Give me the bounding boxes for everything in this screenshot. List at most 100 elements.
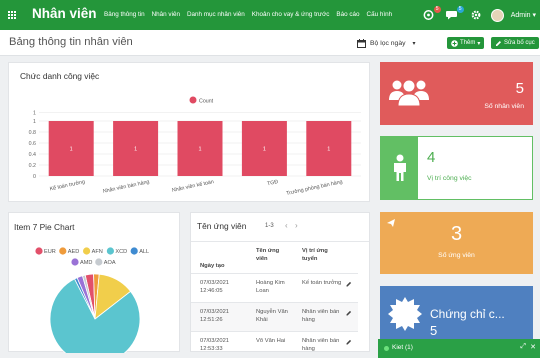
pie-legend-label[interactable]: XCD xyxy=(115,249,127,255)
pie-legend-label[interactable]: ALL xyxy=(139,249,149,255)
x-tick-label: Nhân viên kế toán xyxy=(171,179,214,194)
positions-label: Vị trí công việc xyxy=(427,175,472,182)
main-menu: Bảng thông tin Nhân viên Danh mục nhân v… xyxy=(104,11,392,18)
pie-legend-swatch[interactable] xyxy=(95,258,103,266)
applicants-stat-card[interactable]: 3 Số ứng viên xyxy=(380,212,533,274)
chat-bar[interactable]: Kiet (1) ⤢ ✕ xyxy=(378,339,540,358)
table-row[interactable]: 07/03/2021 12:53:33 Võ Văn Hai Nhân viên … xyxy=(191,331,358,351)
applicants-label: Số ứng viên xyxy=(438,252,475,259)
apps-grid-icon[interactable] xyxy=(8,11,17,20)
employees-stat-card[interactable]: 5 Số nhân viên xyxy=(380,62,533,125)
pie-legend-label[interactable]: AFN xyxy=(92,249,103,255)
next-page-button[interactable]: › xyxy=(295,221,298,230)
y-tick-label: 1 xyxy=(33,111,36,117)
menu-item-dashboard[interactable]: Bảng thông tin xyxy=(104,11,145,18)
messages-badge: 5 xyxy=(456,6,464,13)
row-position-line: Nhân viên bán xyxy=(302,338,340,344)
col-position[interactable]: Vị trí ứng tuyển xyxy=(302,247,336,263)
person-icon xyxy=(394,154,406,181)
row-name-line: Loan xyxy=(256,288,269,294)
user-name: Admin xyxy=(510,12,531,19)
applicants-title: Tên ứng viên xyxy=(197,221,247,231)
pie-legend-label[interactable]: EUR xyxy=(44,249,56,255)
row-position: Nhân viên bán hàng xyxy=(302,308,339,324)
x-tick-label: Nhân viên bán hàng xyxy=(102,179,150,195)
row-created: 07/03/2021 12:46:05 xyxy=(200,279,229,295)
messages-icon[interactable]: 5 xyxy=(445,6,464,23)
add-button[interactable]: Thêm ▾ xyxy=(447,37,485,49)
bar-data-label: 1 xyxy=(198,147,201,153)
settings-icon[interactable] xyxy=(468,7,484,23)
row-position-line: hàng xyxy=(302,317,315,323)
row-position: Kế toán trưởng xyxy=(302,279,341,287)
job-titles-card: Chức danh công việc Count 1 1 0.8 0.6 0.4 0.2 0… xyxy=(8,62,370,202)
app-title[interactable]: Nhân viên xyxy=(32,6,97,21)
user-menu[interactable]: Admin ▾ xyxy=(511,11,536,19)
menu-item-employees[interactable]: Nhân viên xyxy=(152,11,180,18)
edit-row-icon[interactable] xyxy=(346,310,352,316)
edit-row-icon[interactable] xyxy=(346,339,352,345)
add-button-label: Thêm xyxy=(460,40,476,46)
y-tick-label: 0.6 xyxy=(29,141,36,147)
pie-legend-label[interactable]: AOA xyxy=(104,260,116,266)
plus-circle-icon xyxy=(451,39,458,47)
activity-icon[interactable]: 5 xyxy=(422,6,441,23)
table-row[interactable]: 07/03/2021 12:51:26 Nguyễn Văn Khải Nhân v… xyxy=(191,302,358,331)
pie-legend-label[interactable]: AED xyxy=(68,249,80,255)
row-name-line: Nguyễn Văn xyxy=(256,309,288,315)
prev-page-button[interactable]: ‹ xyxy=(285,221,288,230)
avatar[interactable] xyxy=(490,8,504,22)
pie-legend-swatch[interactable] xyxy=(59,247,67,255)
col-applicant-name[interactable]: Tên ứng viên xyxy=(256,247,290,263)
date-filter-button[interactable]: Bộ lọc ngày ▾ xyxy=(357,36,416,50)
menu-item-settings[interactable]: Cấu hình xyxy=(367,11,393,18)
pencil-icon xyxy=(496,40,501,46)
pie-legend-swatch[interactable] xyxy=(35,247,43,255)
positions-stat-card[interactable]: 4 Vị trí công việc xyxy=(380,136,533,200)
expand-icon[interactable]: ⤢ xyxy=(520,343,526,351)
row-created: 07/03/2021 12:51:26 xyxy=(200,308,229,324)
certificates-title: Chứng chỉ c... xyxy=(430,307,505,321)
row-date: 07/03/2021 xyxy=(200,280,230,286)
row-date: 07/03/2021 xyxy=(200,309,230,315)
chevron-down-icon: ▾ xyxy=(412,40,416,47)
pager-range: 1-3 xyxy=(265,223,274,229)
legend-swatch[interactable] xyxy=(189,96,197,104)
applicants-count: 3 xyxy=(450,223,463,245)
row-time: 12:46:05 xyxy=(200,288,223,294)
users-group-icon xyxy=(389,79,429,107)
table-row[interactable]: 07/03/2021 12:46:05 Hoàng Kim Loan Kế toán… xyxy=(191,273,358,302)
edit-row-icon[interactable] xyxy=(346,281,352,287)
bar-data-label: 1 xyxy=(263,147,266,153)
y-tick-label: 0.8 xyxy=(29,130,36,136)
pie-chart-card: Item 7 Pie Chart EUR AED AFN XCD ALL AMD AOA xyxy=(8,212,180,353)
pie-legend-label[interactable]: AMD xyxy=(80,260,92,266)
pie-legend-swatch[interactable] xyxy=(83,247,91,255)
row-name-line: Võ Văn Hai xyxy=(256,338,286,344)
close-icon[interactable]: ✕ xyxy=(530,343,536,351)
pie-chart: EUR AED AFN XCD ALL AMD AOA xyxy=(35,247,149,353)
menu-item-employee-catalog[interactable]: Danh mục nhân viên xyxy=(187,11,245,18)
chat-label: Kiet (1) xyxy=(392,344,413,351)
chevron-down-icon: ▾ xyxy=(477,40,481,47)
pie-legend-swatch[interactable] xyxy=(106,247,114,255)
bar-data-label: 1 xyxy=(70,147,73,153)
edit-layout-button[interactable]: Sửa bố cục xyxy=(491,37,539,49)
employees-count: 5 xyxy=(515,80,524,97)
certificates-stat-card[interactable]: Chứng chỉ c... 5 xyxy=(380,286,533,342)
row-name: Hoàng Kim Loan xyxy=(256,279,285,295)
pie-legend-swatch[interactable] xyxy=(130,247,138,255)
menu-item-reports[interactable]: Báo cáo xyxy=(336,11,359,18)
pie-legend-swatch[interactable] xyxy=(71,258,79,266)
col-created-date[interactable]: Ngày tạo xyxy=(200,262,224,270)
x-tick-label: Kế toán trưởng xyxy=(49,178,86,192)
row-position-line: Nhân viên bán xyxy=(302,309,340,315)
divider xyxy=(191,241,369,242)
y-tick-label: 1 xyxy=(33,119,36,125)
certificate-seal-icon xyxy=(388,297,422,331)
top-navbar: Nhân viên Bảng thông tin Nhân viên Danh … xyxy=(0,0,540,30)
activity-badge: 5 xyxy=(433,6,441,13)
legend-label[interactable]: Count xyxy=(199,99,214,105)
y-tick-label: 0.4 xyxy=(29,152,36,158)
menu-item-loans[interactable]: Khoản cho vay & ứng trước xyxy=(252,11,330,18)
